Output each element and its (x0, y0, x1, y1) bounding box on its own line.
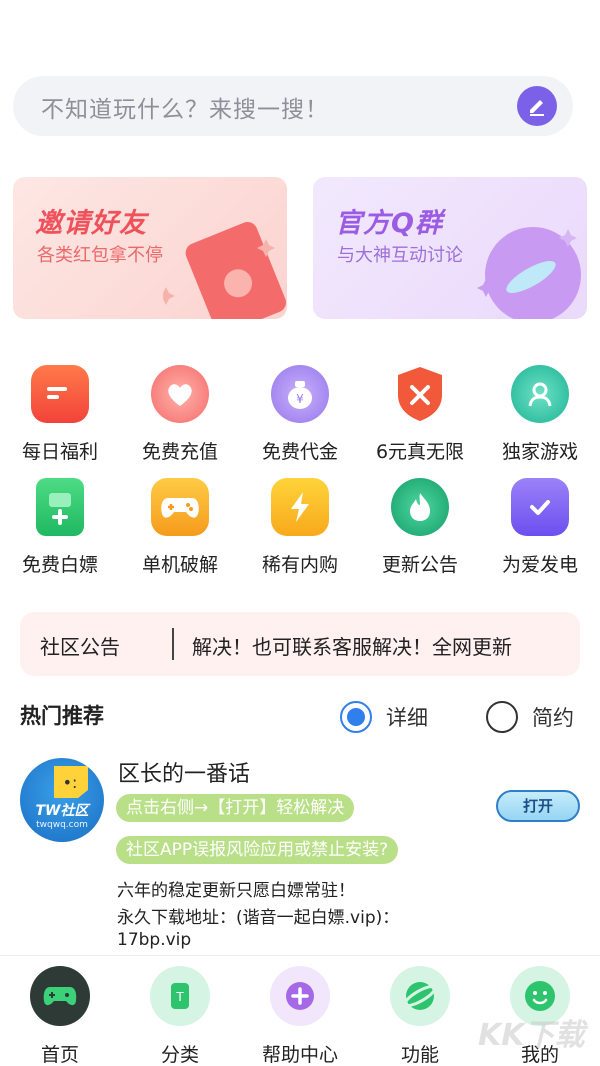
gamepad-icon (151, 478, 209, 536)
tab-category[interactable]: T 分类 (120, 966, 240, 1066)
search-placeholder: 不知道玩什么？来搜一搜！ (41, 97, 329, 123)
community-notice[interactable]: 社区公告 解决！也可联系客服解决！全网更新 (20, 612, 580, 676)
phone-plus-icon (36, 478, 84, 536)
radio-simple[interactable]: 简约 (486, 699, 574, 735)
grid-label: 为爱发电 (501, 554, 578, 576)
tab-label: 帮助中心 (261, 1044, 338, 1066)
flame-icon (391, 478, 449, 536)
tab-home[interactable]: 首页 (0, 966, 120, 1066)
radio-detail[interactable]: 详细 (340, 699, 428, 735)
lightning-icon (271, 478, 329, 536)
radio-simple-label: 简约 (532, 706, 574, 730)
grid-item-daily-welfare[interactable]: 每日福利 (0, 365, 120, 475)
grid-label: 免费白嫖 (21, 554, 98, 576)
banner-title: 官方Q群 (335, 208, 443, 239)
edit-icon[interactable] (517, 86, 557, 126)
tab-label: 首页 (40, 1044, 79, 1066)
banner-title: 邀请好友 (35, 208, 147, 239)
grid-item-love-power[interactable]: 为爱发电 (480, 478, 600, 588)
grid-item-six-unlimited[interactable]: 6元真无限 (360, 365, 480, 475)
svg-text:T: T (175, 990, 184, 1004)
radio-detail-label: 详细 (386, 706, 428, 730)
open-button[interactable]: 打开 (496, 790, 580, 822)
notice-divider (172, 628, 174, 660)
grid-label: 更新公告 (381, 554, 458, 576)
banner-subtitle: 各类红包拿不停 (37, 245, 163, 266)
grid-label: 单机破解 (141, 554, 218, 576)
grid-item-offline-crack[interactable]: 单机破解 (120, 478, 240, 588)
planet-icon (390, 966, 450, 1026)
shield-icon (391, 365, 449, 423)
grid-item-free-voucher[interactable]: ¥ 免费代金 (240, 365, 360, 475)
recommend-post[interactable]: •: TW社区 twqwq.com 区长的一番话 点击右侧→【打开】轻松解决 社… (20, 752, 600, 952)
watermark: KK下载 (478, 1018, 585, 1053)
svg-text:•:: •: (63, 773, 78, 792)
section-title: 热门推荐 (20, 704, 104, 728)
radio-detail-checked[interactable] (340, 701, 372, 733)
heart-icon (151, 365, 209, 423)
invite-friends-banner[interactable]: 邀请好友 各类红包拿不停 (13, 177, 287, 319)
category-icon: T (150, 966, 210, 1026)
red-envelope-icon (163, 222, 287, 319)
gamepad-icon (30, 966, 90, 1026)
notice-label: 社区公告 (40, 635, 120, 659)
grid-item-free-recharge[interactable]: 免费充值 (120, 365, 240, 475)
money-bag-icon: ¥ (271, 365, 329, 423)
tab-features[interactable]: 功能 (360, 966, 480, 1066)
grid-label: 免费充值 (141, 441, 218, 463)
avatar-brand: TW社区 (35, 803, 89, 819)
avatar-domain: twqwq.com (36, 820, 88, 830)
search-bar[interactable]: 不知道玩什么？来搜一搜！ (13, 76, 573, 136)
tab-help-center[interactable]: 帮助中心 (240, 966, 360, 1066)
grid-label: 每日福利 (21, 441, 98, 463)
grid-item-free-play[interactable]: 免费白嫖 (0, 478, 120, 588)
grid-item-rare-iap[interactable]: 稀有内购 (240, 478, 360, 588)
grid-label: 免费代金 (261, 441, 338, 463)
post-title: 区长的一番话 (118, 762, 251, 787)
official-qq-group-banner[interactable]: 官方Q群 与大神互动讨论 (313, 177, 587, 319)
post-tag: 点击右侧→【打开】轻松解决 (116, 794, 355, 822)
radio-simple-unchecked[interactable] (486, 701, 518, 733)
grid-item-update-notice[interactable]: 更新公告 (360, 478, 480, 588)
folder-icon (31, 365, 89, 423)
tab-label: 功能 (400, 1044, 439, 1066)
grid-label: 稀有内购 (261, 554, 338, 576)
plus-icon (270, 966, 330, 1026)
notice-text: 解决！也可联系客服解决！全网更新 (192, 635, 512, 659)
grid-label: 独家游戏 (501, 441, 578, 463)
post-text: 永久下载地址：(谐音一起白嫖.vip)： (117, 908, 400, 928)
user-icon (511, 365, 569, 423)
post-link-text: 17bp.vip (117, 930, 192, 950)
grid-label: 6元真无限 (375, 441, 465, 463)
svg-text:¥: ¥ (296, 392, 304, 406)
banner-subtitle: 与大神互动讨论 (337, 245, 463, 266)
tab-label: 分类 (160, 1044, 199, 1066)
check-icon (511, 478, 569, 536)
post-avatar: •: TW社区 twqwq.com (20, 758, 104, 842)
grid-item-exclusive-games[interactable]: 独家游戏 (480, 365, 600, 475)
post-text: 六年的稳定更新只愿白嫖常驻！ (117, 881, 355, 901)
post-tag: 社区APP误报风险应用或禁止安装? (116, 836, 399, 864)
astronaut-icon (477, 227, 581, 319)
